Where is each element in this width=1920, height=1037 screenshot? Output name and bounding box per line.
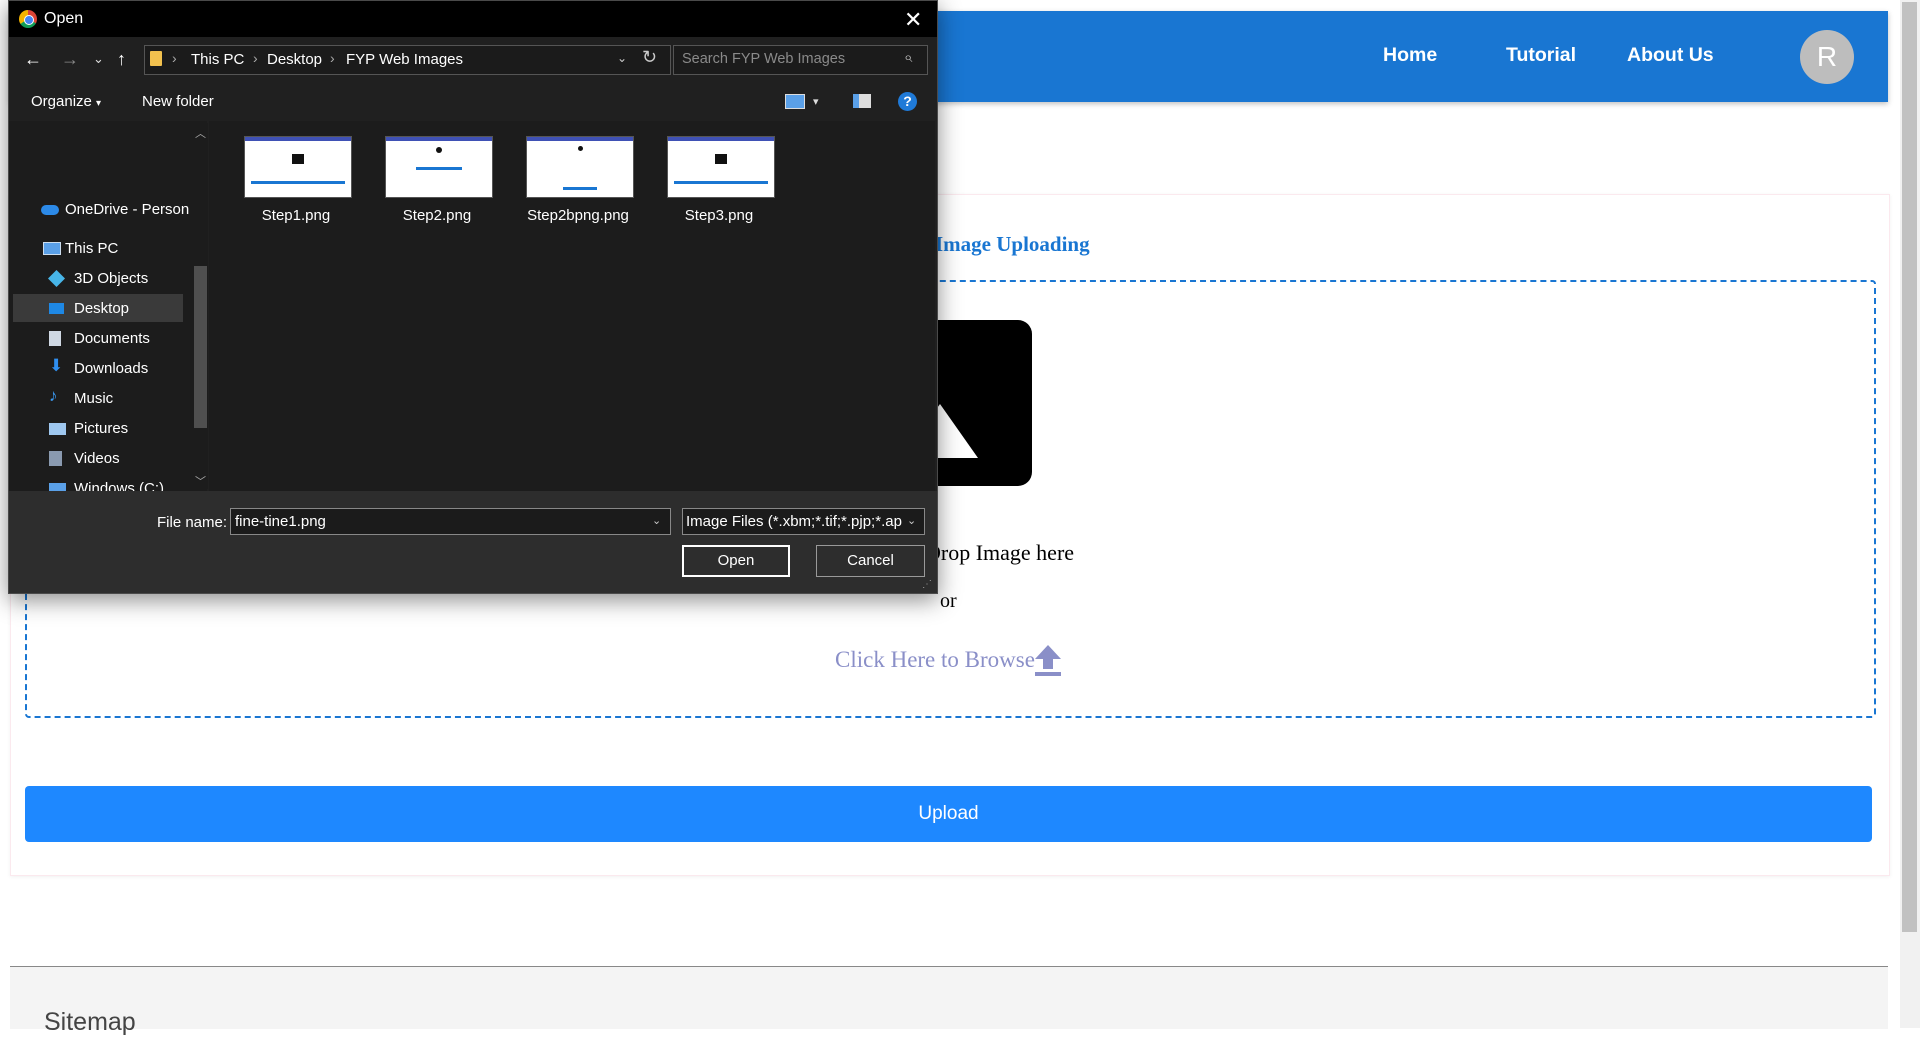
organize-button[interactable]: Organize ▾ [31,93,101,110]
up-arrow-icon[interactable]: ↑ [117,49,126,70]
file-name: Step3.png [684,207,754,224]
chevron-down-icon: ▾ [96,98,102,109]
folder-icon [150,51,162,66]
breadcrumb-this-pc[interactable]: This PC [191,51,244,68]
back-arrow-icon[interactable]: ← [24,49,42,70]
upload-button[interactable]: Upload [25,786,1872,842]
drop-text: Drop Image here [925,540,1075,565]
cancel-button[interactable]: Cancel [816,545,925,577]
nav-item-label: 3D Objects [74,270,149,287]
nav-item-label: Desktop [74,300,130,317]
scroll-up-icon[interactable]: ︿ [195,125,206,141]
breadcrumb-separator-icon: › [253,50,258,66]
file-item[interactable]: Step1.png [231,121,361,224]
nav-item-pictures[interactable]: Pictures [9,415,181,443]
chevron-down-icon[interactable]: ⌄ [652,514,661,527]
breadcrumb-fyp-web-images[interactable]: FYP Web Images [346,51,463,68]
dialog-title: Open [44,10,84,27]
scroll-down-icon[interactable]: ﹀ [195,473,206,489]
file-thumbnail [526,136,634,198]
onedrive-icon [41,205,59,215]
computer-icon [43,242,61,255]
avatar[interactable]: R [1800,30,1854,84]
video-icon [49,451,62,466]
nav-item-label: Videos [74,450,120,467]
breadcrumb-separator-icon: › [330,50,335,66]
nav-item-label: OneDrive - Person [65,201,190,218]
file-name: Step1.png [261,207,331,224]
file-thumbnail [667,136,775,198]
view-options-chevron-icon[interactable]: ▾ [813,95,819,108]
close-icon[interactable]: ✕ [904,7,922,33]
card-title: Image Uploading [935,232,1090,256]
sitemap-title: Sitemap [44,1008,136,1036]
open-file-dialog: Open ✕ ← → ⌄ ↑ › This PC › Desktop › FYP… [8,0,938,594]
nav-item-onedrive[interactable]: OneDrive - Person [9,196,189,224]
open-button[interactable]: Open [682,545,790,577]
nav-link-tutorial[interactable]: Tutorial [1506,44,1576,67]
organize-label: Organize [31,93,92,110]
chevron-down-icon[interactable]: ⌄ [907,514,916,527]
file-name: Step2bpng.png [527,207,629,224]
forward-arrow-icon[interactable]: → [61,49,79,70]
new-folder-button[interactable]: New folder [142,93,214,110]
resize-grip-icon[interactable]: ⋰ [922,579,932,590]
nav-pane-scroll-thumb[interactable] [194,266,207,428]
refresh-icon[interactable]: ↻ [642,47,657,68]
change-view-icon[interactable] [785,94,805,109]
drive-icon [49,483,66,491]
preview-pane-icon[interactable] [853,94,871,108]
nav-item-downloads[interactable]: ⬇ Downloads [9,355,181,383]
file-thumbnail [385,136,493,198]
picture-icon [49,423,66,435]
browse-link[interactable]: Click Here to Browse [835,647,1035,673]
help-icon[interactable]: ? [898,92,917,111]
breadcrumb-desktop[interactable]: Desktop [267,51,322,68]
nav-link-home[interactable]: Home [1383,44,1437,67]
page-scroll-thumb[interactable] [1902,2,1917,932]
file-thumbnail [244,136,352,198]
file-name-label: File name: [157,514,228,531]
nav-item-label: Windows (C:) [74,480,165,491]
nav-item-3d-objects[interactable]: 3D Objects [9,265,181,293]
file-item[interactable]: Step3.png [654,121,784,224]
upload-arrow-icon[interactable] [1034,643,1062,682]
file-name-value[interactable]: fine-tine1.png [235,513,326,530]
breadcrumb-separator-icon: › [172,50,177,66]
nav-item-music[interactable]: ♪ Music [9,385,181,413]
nav-item-label: Downloads [74,360,149,377]
nav-item-this-pc[interactable]: This PC [9,235,181,263]
footer [10,966,1888,1029]
nav-item-label: Documents [74,330,150,347]
nav-item-label: Pictures [74,420,129,437]
document-icon [49,331,61,346]
nav-item-windows-c[interactable]: Windows (C:) [9,475,181,491]
nav-item-desktop[interactable]: Desktop [9,295,181,323]
file-name: Step2.png [402,207,472,224]
file-type-value[interactable]: Image Files (*.xbm;*.tif;*.pjp;*.ap [686,513,904,530]
nav-item-label: This PC [65,240,119,257]
chrome-icon-center [24,15,34,25]
search-icon[interactable]: ⌕ [904,49,912,66]
recent-locations-chevron-icon[interactable]: ⌄ [93,51,104,67]
dialog-titlebar[interactable] [9,1,937,37]
nav-item-documents[interactable]: Documents [9,325,181,353]
file-item[interactable]: Step2.png [372,121,502,224]
nav-item-videos[interactable]: Videos [9,445,181,473]
cube-icon [48,270,65,287]
search-placeholder: Search FYP Web Images [682,51,846,67]
nav-item-label: Music [74,390,114,407]
file-item[interactable]: Step2bpng.png [513,121,643,224]
download-icon: ⬇ [49,356,64,375]
address-dropdown-icon[interactable]: ⌄ [617,51,627,65]
dialog-bottom-pane [9,491,937,593]
or-text: or [940,590,957,612]
nav-link-about[interactable]: About Us [1627,44,1714,67]
music-icon: ♪ [49,386,58,405]
desktop-icon [49,303,64,314]
